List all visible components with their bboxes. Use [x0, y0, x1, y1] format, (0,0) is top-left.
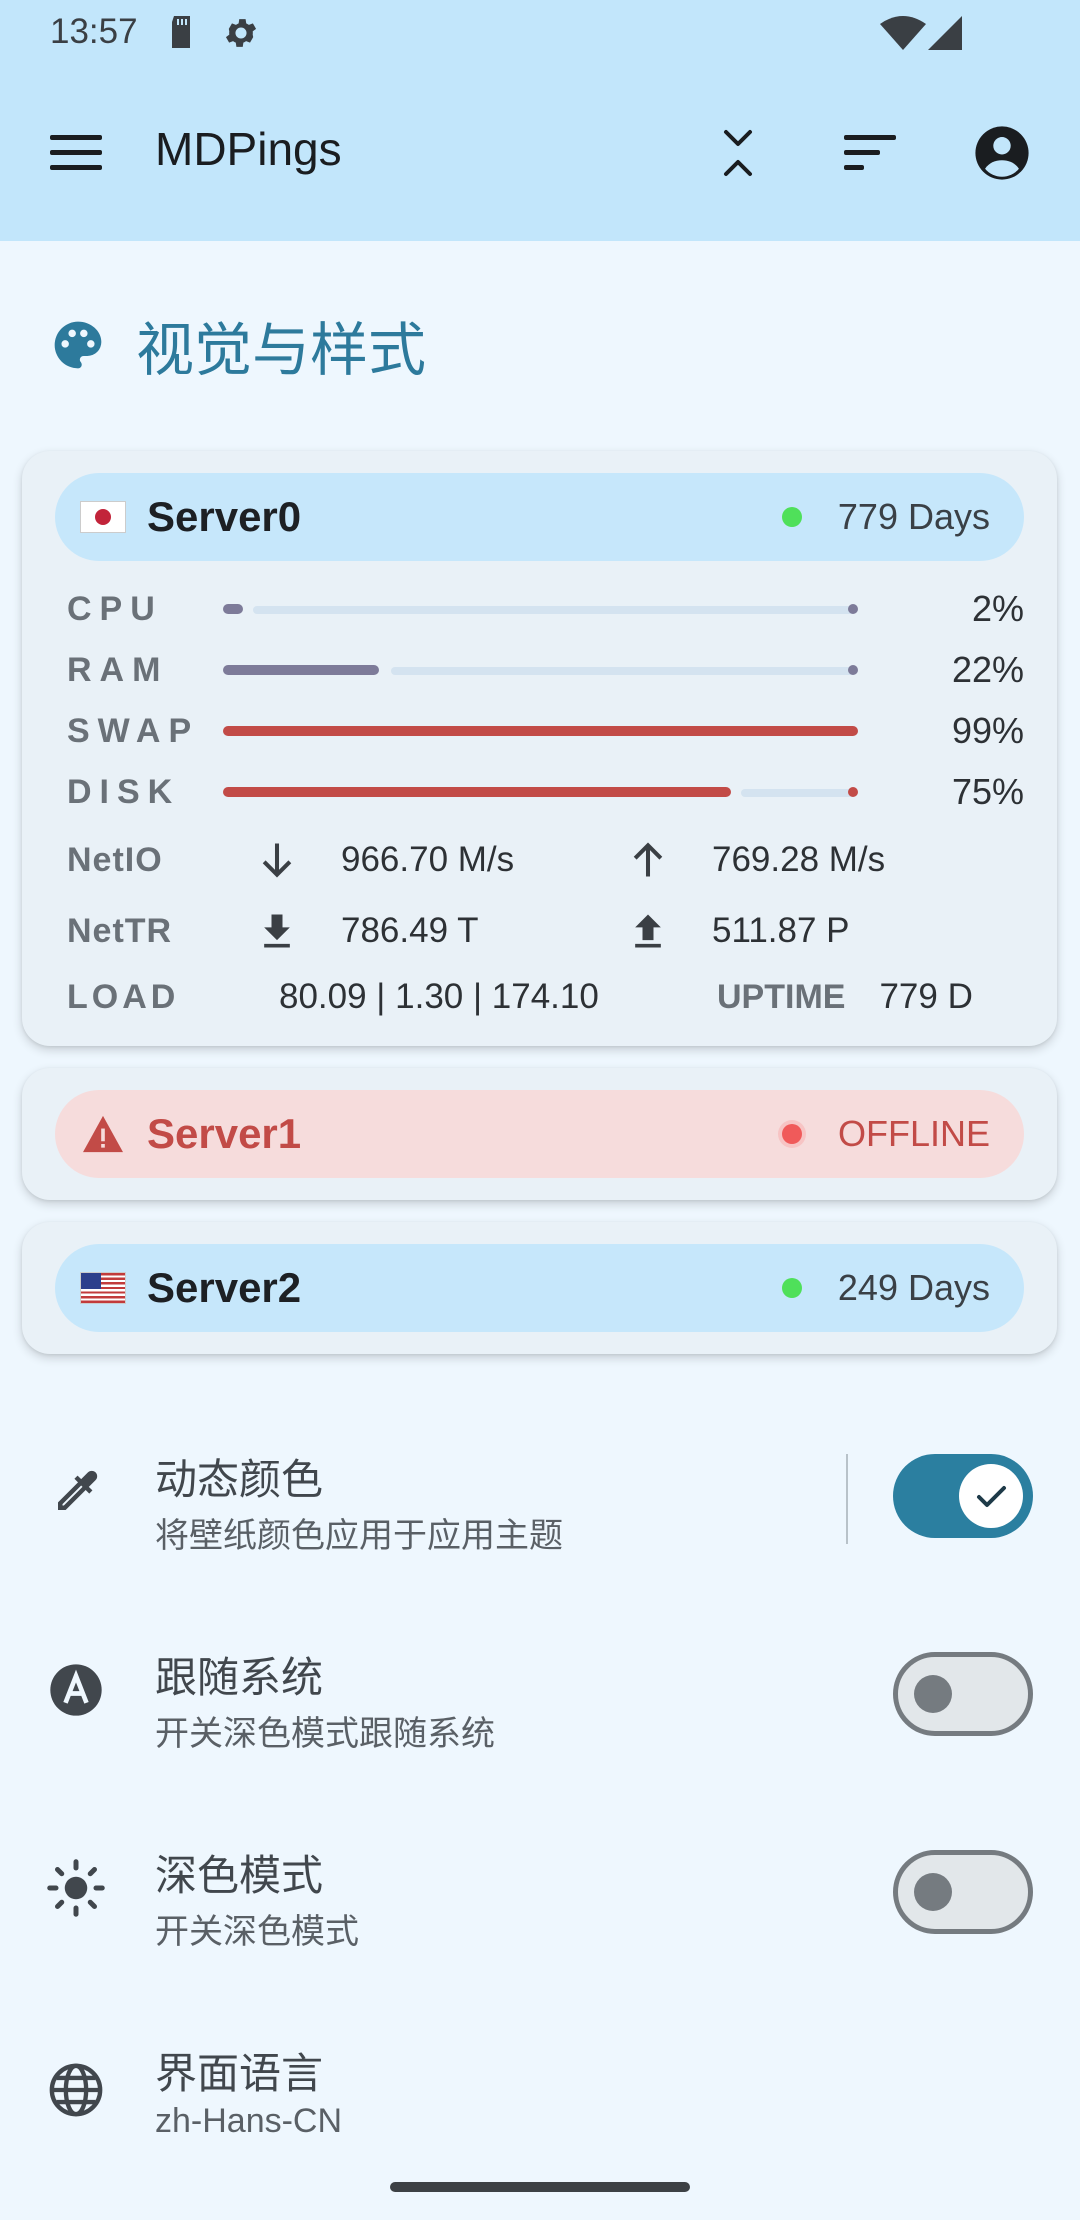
- server-name: Server1: [147, 1110, 302, 1157]
- metric-row-ram: RAM 22%: [67, 645, 1024, 695]
- status-time: 13:57: [50, 12, 138, 51]
- disk-progress-bar: [223, 782, 888, 802]
- uptime-value: 779 D: [879, 977, 973, 1016]
- upload-icon: [626, 909, 670, 953]
- palette-icon: [54, 321, 102, 369]
- section-title: 视觉与样式: [136, 318, 427, 383]
- metric-label: DISK: [67, 772, 181, 811]
- metric-percent: 22%: [951, 649, 1024, 690]
- globe-icon: [40, 2054, 112, 2126]
- server-header-0[interactable]: Server0 779 Days: [55, 473, 1024, 561]
- load-label: LOAD: [67, 977, 180, 1016]
- server-uptime: 779 Days: [837, 496, 990, 537]
- setting-title: 深色模式: [155, 1852, 324, 1899]
- metric-label: CPU: [67, 589, 163, 628]
- collapse-icon: [724, 130, 752, 176]
- setting-subtitle: 将壁纸颜色应用于应用主题: [155, 1517, 563, 1555]
- arrow-up-icon: [626, 838, 670, 882]
- account-circle-icon: [975, 126, 1029, 180]
- usa-flag-icon: [81, 1273, 125, 1303]
- section-header: 视觉与样式: [50, 305, 426, 385]
- menu-button[interactable]: [40, 117, 112, 189]
- netio-upload: 769.28 M/s: [712, 840, 886, 879]
- sun-icon: [40, 1852, 112, 1924]
- server-header-2[interactable]: Server2 249 Days: [55, 1244, 1024, 1332]
- setting-language[interactable]: 界面语言 zh-Hans-CN: [0, 2018, 1080, 2168]
- metric-percent: 2%: [971, 588, 1024, 629]
- toggle-thumb: [959, 1464, 1023, 1528]
- setting-follow-system[interactable]: 跟随系统 开关深色模式跟随系统: [0, 1622, 1080, 1772]
- swap-progress-bar: [223, 721, 888, 741]
- online-status-dot: [781, 1278, 802, 1298]
- arrow-down-icon: [255, 838, 299, 882]
- server-status: OFFLINE: [837, 1113, 990, 1154]
- collapse-all-button[interactable]: [702, 117, 774, 189]
- metric-label: RAM: [67, 650, 169, 689]
- load-value: 80.09 | 1.30 | 174.10: [279, 977, 599, 1016]
- netio-download: 966.70 M/s: [341, 840, 515, 879]
- nettr-upload: 511.87 P: [712, 911, 850, 950]
- toggle-thumb: [914, 1873, 952, 1911]
- metric-label: SWAP: [67, 711, 200, 750]
- setting-dynamic-color[interactable]: 动态颜色 将壁纸颜色应用于应用主题: [0, 1424, 1080, 1574]
- setting-dark-mode[interactable]: 深色模式 开关深色模式: [0, 1820, 1080, 1970]
- server-card-1[interactable]: Server1 OFFLINE: [22, 1068, 1057, 1200]
- metric-row-disk: DISK 75%: [67, 767, 1024, 817]
- server-header-1[interactable]: Server1 OFFLINE: [55, 1090, 1024, 1178]
- metric-percent: 75%: [951, 771, 1024, 812]
- server-card-2[interactable]: Server2 249 Days: [22, 1222, 1057, 1354]
- dark-mode-toggle[interactable]: [893, 1850, 1033, 1934]
- load-row: LOAD 80.09 | 1.30 | 174.10 UPTIME 779 D: [67, 972, 1024, 1022]
- nettr-label: NetTR: [67, 911, 173, 950]
- metric-percent: 99%: [951, 710, 1024, 751]
- server-name: Server0: [147, 493, 302, 540]
- metric-row-cpu: CPU 2%: [67, 584, 1024, 634]
- warning-icon: [81, 1114, 125, 1154]
- japan-flag-icon: [81, 502, 125, 532]
- nettr-download: 786.49 T: [341, 911, 479, 950]
- server-uptime: 249 Days: [837, 1267, 990, 1308]
- netio-row: NetIO 966.70 M/s 769.28 M/s: [67, 835, 1024, 885]
- toggle-thumb: [914, 1675, 952, 1713]
- setting-subtitle: 开关深色模式跟随系统: [155, 1715, 495, 1753]
- app-title: MDPings: [155, 123, 342, 175]
- uptime-label: UPTIME: [717, 977, 846, 1016]
- metric-row-swap: SWAP 99%: [67, 706, 1024, 756]
- setting-title: 界面语言: [155, 2050, 324, 2097]
- online-status-dot: [781, 507, 802, 527]
- wifi-icon: [880, 16, 926, 55]
- setting-subtitle: zh-Hans-CN: [155, 2102, 343, 2140]
- setting-title: 动态颜色: [155, 1456, 324, 1503]
- netio-label: NetIO: [67, 840, 163, 879]
- app-bar: 13:57 MDPings: [0, 0, 1080, 241]
- setting-subtitle: 开关深色模式: [155, 1913, 359, 1951]
- ram-progress-bar: [223, 660, 888, 680]
- account-button[interactable]: [966, 117, 1038, 189]
- download-icon: [255, 909, 299, 953]
- follow-system-toggle[interactable]: [893, 1652, 1033, 1736]
- divider: [846, 1454, 848, 1544]
- cpu-progress-bar: [223, 599, 888, 619]
- eyedropper-icon: [40, 1456, 112, 1528]
- gesture-home-bar[interactable]: [390, 2182, 690, 2192]
- dynamic-color-toggle[interactable]: [893, 1454, 1033, 1538]
- hamburger-menu-icon: [50, 135, 102, 170]
- auto-brightness-icon: [40, 1654, 112, 1726]
- nettr-row: NetTR 786.49 T 511.87 P: [67, 906, 1024, 956]
- setting-title: 跟随系统: [155, 1654, 324, 1701]
- check-icon: [977, 1486, 1006, 1507]
- settings-gear-icon: [222, 14, 260, 57]
- offline-status-dot: [781, 1124, 802, 1144]
- sort-button[interactable]: [834, 117, 906, 189]
- cell-signal-icon: [928, 16, 962, 55]
- server-name: Server2: [147, 1264, 302, 1311]
- sd-card-icon: [168, 14, 196, 55]
- server-card-0[interactable]: Server0 779 Days CPU 2% RAM 22% SWAP 99%…: [22, 451, 1057, 1046]
- sort-icon: [844, 135, 896, 170]
